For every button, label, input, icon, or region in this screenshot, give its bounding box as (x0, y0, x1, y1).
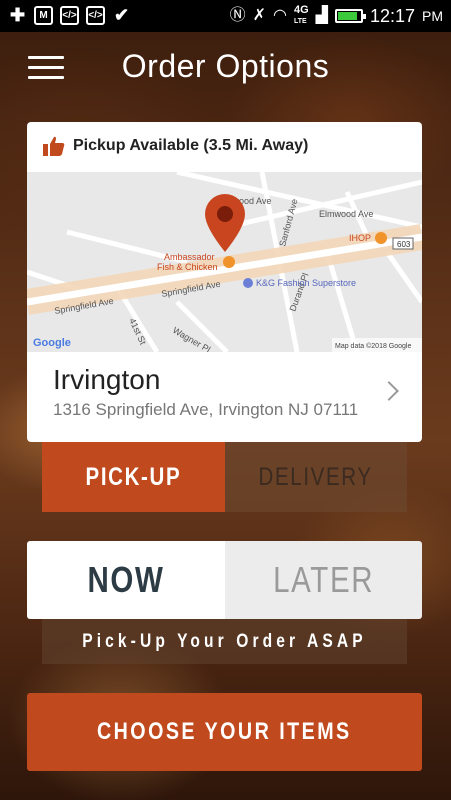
mute-icon: ✗ (252, 7, 266, 24)
map-label-ihop: IHOP (349, 233, 371, 243)
network-subtype: LTE (293, 18, 307, 25)
store-address: 1316 Springfield Ave, Irvington NJ 07111 (53, 400, 359, 419)
chevron-right-icon[interactable] (379, 381, 399, 401)
restaurant-marker-icon (223, 256, 235, 268)
map-label-kg: K&G Fashion Superstore (256, 278, 356, 288)
store-card[interactable]: Pickup Available (3.5 Mi. Away) 603 Elmw… (27, 122, 422, 442)
restaurant-marker-icon (375, 232, 387, 244)
delivery-option[interactable]: DELIVERY (224, 442, 407, 512)
wifi-icon: ◠ (272, 7, 287, 24)
battery-icon (334, 9, 366, 23)
choose-items-label: CHOOSE YOUR ITEMS (97, 718, 352, 745)
map-label-route: 603 (397, 240, 411, 249)
clock-time: 12:17 (369, 5, 415, 26)
pickup-availability: Pickup Available (3.5 Mi. Away) (43, 136, 308, 156)
order-type-toggle: PICK-UP DELIVERY (42, 442, 407, 512)
timing-toggle: NOW LATER (27, 541, 422, 619)
code-icon: </> (60, 6, 79, 25)
signal-icon: ▟ (315, 7, 328, 24)
map-label-ambassador: Fish & Chicken (157, 262, 218, 272)
nfc-icon: Ⓝ (229, 7, 246, 24)
store-map[interactable]: 603 Elmwood Ave Elmwood Ave Sanford Ave … (27, 172, 422, 352)
now-option[interactable]: NOW (27, 541, 225, 619)
battery-level (337, 12, 357, 20)
map-graphic: 603 Elmwood Ave Elmwood Ave Sanford Ave … (27, 172, 422, 352)
google-logo: Google (33, 337, 71, 349)
thumbs-up-icon (43, 136, 65, 156)
later-label: LATER (272, 559, 374, 600)
choose-items-button[interactable]: CHOOSE YOUR ITEMS (27, 693, 422, 771)
clock-ampm: PM (422, 8, 443, 24)
notification-icons: ✚ M </> </> ✔ (8, 6, 131, 25)
network-indicator: 4G LTE (294, 5, 309, 27)
map-label-elmwood: Elmwood Ave (319, 209, 373, 219)
code-icon: </> (86, 6, 105, 25)
status-bar: ✚ M </> </> ✔ Ⓝ ✗ ◠ 4G LTE ▟ 12:17 PM (0, 0, 451, 32)
mail-icon: M (34, 6, 53, 25)
pickup-option[interactable]: PICK-UP (42, 442, 225, 512)
later-option[interactable]: LATER (224, 541, 422, 619)
timing-note: Pick-Up Your Order ASAP (82, 630, 367, 652)
now-label: NOW (87, 559, 165, 600)
pickup-label: PICK-UP (85, 462, 182, 491)
shopping-marker-icon (243, 278, 253, 288)
timing-note-bar: Pick-Up Your Order ASAP (42, 619, 407, 664)
network-type: 4G (293, 4, 309, 16)
store-name: Irvington (53, 364, 161, 395)
system-icons: Ⓝ ✗ ◠ 4G LTE ▟ 12:17 PM (230, 5, 443, 27)
delivery-label: DELIVERY (258, 462, 373, 491)
check-icon: ✔ (113, 5, 130, 25)
plus-icon: ✚ (9, 5, 26, 25)
map-label-ambassador: Ambassador (164, 252, 215, 262)
page-title: Order Options (121, 48, 330, 84)
pickup-status-text: Pickup Available (3.5 Mi. Away) (73, 137, 309, 154)
map-attribution: Map data ©2018 Google (335, 342, 411, 350)
